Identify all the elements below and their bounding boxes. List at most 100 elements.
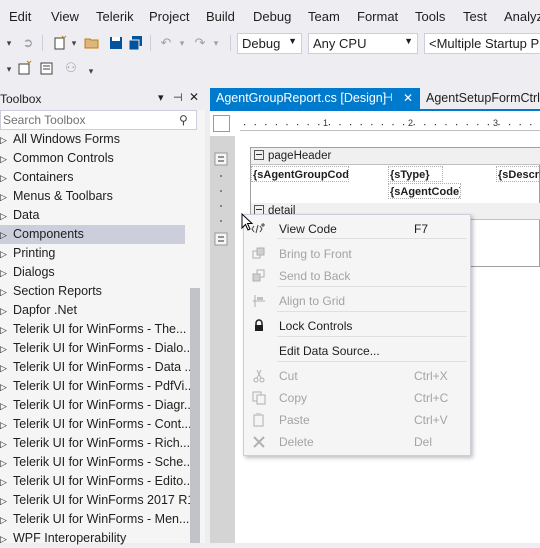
expand-arrow-icon[interactable]: ▷ <box>0 131 13 149</box>
dropdown-arrow-icon[interactable]: ▾ <box>1 61 17 77</box>
redo-icon[interactable]: ↷ <box>192 35 208 51</box>
toolbox-item[interactable]: ▷ WPF Interoperability <box>0 529 190 548</box>
search-icon[interactable]: ⚲ <box>179 113 188 127</box>
save-icon[interactable] <box>108 35 124 51</box>
menu-item-paste[interactable]: Paste Ctrl+V <box>244 409 470 431</box>
tab-agent-group-report-design[interactable]: AgentGroupReport.cs [Design] ⊣ ✕ <box>210 88 421 109</box>
toolbox-item[interactable]: ▷ Telerik UI for WinForms - The... <box>0 320 190 339</box>
menu-item-lock-controls[interactable]: Lock Controls <box>244 315 470 337</box>
field-agent-code[interactable]: {sAgentCode} <box>388 183 461 199</box>
expand-arrow-icon[interactable]: ▷ <box>0 245 13 263</box>
expand-arrow-icon[interactable]: ▷ <box>0 397 13 415</box>
toolbox-item[interactable]: ▷ Section Reports <box>0 282 190 301</box>
expand-arrow-icon[interactable]: ▷ <box>0 264 13 282</box>
solution-platform-select[interactable]: Any CPU ▼ <box>308 33 418 54</box>
menu-item-delete[interactable]: Delete Del <box>244 431 470 453</box>
toolbox-item[interactable]: ▷ All Windows Forms <box>0 130 190 149</box>
menu-format[interactable]: Format <box>357 9 398 24</box>
expand-arrow-icon[interactable]: ▷ <box>0 188 13 206</box>
toolbox-item[interactable]: ▷ Telerik UI for WinForms - Men... <box>0 510 190 529</box>
expand-arrow-icon[interactable]: ▷ <box>0 454 13 472</box>
expand-arrow-icon[interactable]: ▷ <box>0 169 13 187</box>
field-agent-group-code[interactable]: {sAgentGroupCode} <box>251 166 349 182</box>
menu-view[interactable]: View <box>51 9 79 24</box>
toolbox-item[interactable]: ▷ Dapfor .Net <box>0 301 190 320</box>
menu-item-view-code[interactable]: View Code F7 <box>244 218 470 240</box>
dropdown-arrow-icon[interactable]: ▾ <box>1 35 17 51</box>
toolbox-item[interactable]: ▷ Common Controls <box>0 149 190 168</box>
menu-item-edit-data-source[interactable]: Edit Data Source... <box>244 340 470 362</box>
page-header-band[interactable]: pageHeader <box>251 148 540 165</box>
menu-item-cut[interactable]: Cut Ctrl+X <box>244 365 470 387</box>
window-position-icon[interactable]: ▾ <box>158 91 164 104</box>
navigate-forward-icon[interactable]: ➲ <box>20 35 36 51</box>
save-all-icon[interactable] <box>128 35 144 51</box>
expand-arrow-icon[interactable]: ▷ <box>0 207 13 225</box>
startup-project-select[interactable]: <Multiple Startup Projects> <box>424 33 540 54</box>
expand-arrow-icon[interactable]: ▷ <box>0 226 13 244</box>
new-item-icon[interactable] <box>16 60 32 76</box>
solution-configuration-select[interactable]: Debug ▼ <box>237 33 302 54</box>
toolbox-item[interactable]: ▷ Printing <box>0 244 190 263</box>
menu-item-send-to-back[interactable]: Send to Back <box>244 265 470 287</box>
toolbar-overflow-icon[interactable]: ▾ <box>83 63 99 79</box>
properties-icon[interactable] <box>39 60 55 76</box>
menu-item-bring-to-front[interactable]: Bring to Front <box>244 243 470 265</box>
toolbox-scrollbar[interactable] <box>190 288 200 543</box>
expand-arrow-icon[interactable]: ▷ <box>0 359 13 377</box>
menu-analyze[interactable]: Analyze <box>504 9 540 24</box>
menu-edit[interactable]: Edit <box>9 9 31 24</box>
open-folder-icon[interactable] <box>84 35 100 51</box>
collapse-icon[interactable] <box>254 150 264 160</box>
menu-tools[interactable]: Tools <box>415 9 445 24</box>
menu-item-align-to-grid[interactable]: Align to Grid <box>244 290 470 312</box>
people-icon[interactable]: ⚇ <box>63 60 79 76</box>
tab-agent-setup-form-ctrl[interactable]: AgentSetupFormCtrl.cs <box>420 88 540 109</box>
toolbox-item[interactable]: ▷ Telerik UI for WinForms - Rich... <box>0 434 190 453</box>
expand-arrow-icon[interactable]: ▷ <box>0 283 13 301</box>
expand-arrow-icon[interactable]: ▷ <box>0 435 13 453</box>
toolbox-item[interactable]: ▷ Data <box>0 206 190 225</box>
dropdown-arrow-icon[interactable]: ▾ <box>208 35 224 51</box>
expand-arrow-icon[interactable]: ▷ <box>0 321 13 339</box>
expand-arrow-icon[interactable]: ▷ <box>0 530 13 548</box>
toolbox-item[interactable]: ▷ Telerik UI for WinForms - PdfVi... <box>0 377 190 396</box>
menu-build[interactable]: Build <box>206 9 235 24</box>
expand-arrow-icon[interactable]: ▷ <box>0 378 13 396</box>
toolbox-item[interactable]: ▷ Menus & Toolbars <box>0 187 190 206</box>
toolbox-item[interactable]: ▷ Containers <box>0 168 190 187</box>
undo-icon[interactable]: ↶ <box>158 35 174 51</box>
close-icon[interactable]: ✕ <box>189 90 199 104</box>
expand-arrow-icon[interactable]: ▷ <box>0 340 13 358</box>
menu-telerik[interactable]: Telerik <box>96 9 134 24</box>
expand-arrow-icon[interactable]: ▷ <box>0 416 13 434</box>
field-type[interactable]: {sType} <box>388 166 443 182</box>
toolbox-item-label: Menus & Toolbars <box>13 189 113 203</box>
expand-arrow-icon[interactable]: ▷ <box>0 150 13 168</box>
menu-item-copy[interactable]: Copy Ctrl+C <box>244 387 470 409</box>
field-description[interactable]: {sDescri <box>496 166 540 182</box>
toolbox-item[interactable]: ▷ Telerik UI for WinForms - Diagr... <box>0 396 190 415</box>
toolbox-item[interactable]: ▷ Telerik UI for WinForms - Edito... <box>0 472 190 491</box>
menu-team[interactable]: Team <box>308 9 340 24</box>
pin-icon[interactable]: ⊣ <box>383 88 393 109</box>
dropdown-arrow-icon[interactable]: ▾ <box>174 35 190 51</box>
dropdown-arrow-icon[interactable]: ▾ <box>66 35 82 51</box>
menu-project[interactable]: Project <box>149 9 189 24</box>
toolbox-item[interactable]: ▷ Telerik UI for WinForms - Sche... <box>0 453 190 472</box>
close-icon[interactable]: ✕ <box>403 88 413 109</box>
toolbox-item[interactable]: ▷ Telerik UI for WinForms - Data ... <box>0 358 190 377</box>
menu-debug[interactable]: Debug <box>253 9 291 24</box>
toolbox-item[interactable]: ▷ Telerik UI for WinForms 2017 R1 <box>0 491 190 510</box>
expand-arrow-icon[interactable]: ▷ <box>0 473 13 491</box>
toolbox-item[interactable]: ▷ Telerik UI for WinForms - Cont... <box>0 415 190 434</box>
pin-icon[interactable]: ⊣ <box>173 91 183 104</box>
toolbox-search-input[interactable]: Search Toolbox ⚲ <box>0 110 197 130</box>
expand-arrow-icon[interactable]: ▷ <box>0 511 13 529</box>
toolbox-item[interactable]: ▷ Components <box>0 225 185 244</box>
expand-arrow-icon[interactable]: ▷ <box>0 492 13 510</box>
toolbox-item[interactable]: ▷ Dialogs <box>0 263 190 282</box>
toolbox-item[interactable]: ▷ Telerik UI for WinForms - Dialo... <box>0 339 190 358</box>
menu-test[interactable]: Test <box>463 9 487 24</box>
expand-arrow-icon[interactable]: ▷ <box>0 302 13 320</box>
